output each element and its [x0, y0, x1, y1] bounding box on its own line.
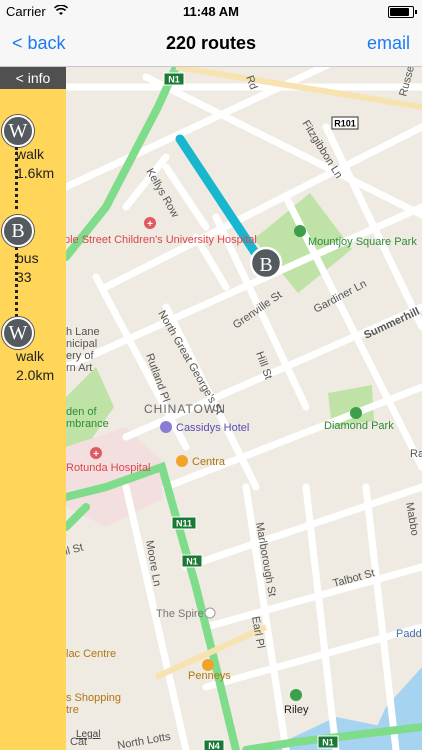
- battery-icon: [388, 6, 417, 18]
- map-canvas[interactable]: B N1 R101 N11 N1 N4 N1 Kellys Row Fitzgi…: [66, 67, 422, 750]
- poi-label: Mountjoy Square Park: [308, 236, 417, 248]
- step-detail-label: 2.0km: [16, 367, 55, 383]
- district-label: CHINATOWN: [144, 402, 226, 416]
- svg-text:nicipal: nicipal: [66, 338, 97, 350]
- step-mode-label: walk: [16, 348, 45, 364]
- status-bar: Carrier 11:48 AM: [0, 0, 422, 22]
- poi-label: The Spire: [156, 608, 204, 620]
- battery-fill: [390, 8, 409, 16]
- poi-label: Rotunda Hospital: [66, 462, 150, 474]
- road-shield: N11: [171, 516, 197, 530]
- poi-label: Centra: [192, 456, 226, 468]
- svg-text:N1: N1: [186, 557, 198, 567]
- svg-text:ery of: ery of: [66, 350, 94, 362]
- step-connector: [15, 247, 20, 317]
- bus-stop-marker[interactable]: B: [249, 246, 283, 280]
- svg-text:+: +: [93, 449, 99, 460]
- step-detail-label: 1.6km: [16, 165, 55, 181]
- road-shield: N1: [181, 554, 203, 568]
- clock: 11:48 AM: [183, 4, 239, 19]
- svg-text:N1: N1: [322, 738, 334, 748]
- poi-label: Temple Street Children's University Hosp…: [66, 234, 257, 246]
- svg-text:tre: tre: [66, 704, 79, 716]
- svg-text:R101: R101: [334, 119, 356, 129]
- svg-text:+: +: [147, 219, 153, 230]
- svg-text:h Lane: h Lane: [66, 326, 100, 338]
- road-shield: N1: [317, 735, 339, 749]
- poi-label: Riley: [284, 704, 309, 716]
- shop-poi[interactable]: Centra: [176, 455, 226, 468]
- poi-label: Cassidys Hotel: [176, 422, 249, 434]
- svg-text:N11: N11: [176, 519, 192, 529]
- bus-step-icon[interactable]: B: [2, 215, 34, 247]
- walk-step-icon[interactable]: W: [2, 317, 34, 349]
- svg-text:s Shopping: s Shopping: [66, 692, 121, 704]
- street-label: Paddi: [396, 628, 422, 640]
- street-label: Ra: [410, 448, 422, 460]
- svg-text:den of: den of: [66, 406, 98, 418]
- info-button[interactable]: < info: [0, 67, 66, 89]
- step-mode-label: walk: [16, 146, 45, 162]
- email-button[interactable]: email: [367, 33, 410, 54]
- svg-text:N1: N1: [168, 75, 180, 85]
- poi-label: Penneys: [188, 670, 231, 682]
- svg-text:lac Centre: lac Centre: [66, 648, 116, 660]
- poi-label: Diamond Park: [324, 420, 394, 432]
- step-connector: [15, 147, 20, 209]
- road-shield: R101: [331, 116, 359, 130]
- page-title: 220 routes: [165, 33, 257, 53]
- route-steps-sidebar: < info W walk 1.6km B bus 33 W walk 2.0k…: [0, 67, 66, 750]
- svg-text:rn Art: rn Art: [66, 362, 92, 374]
- road-shield: N1: [163, 72, 185, 86]
- walk-step-icon[interactable]: W: [2, 115, 34, 147]
- svg-text:mbrance: mbrance: [66, 418, 109, 430]
- route-map[interactable]: B N1 R101 N11 N1 N4 N1 Kellys Row Fitzgi…: [66, 67, 422, 750]
- road-shield: N4: [203, 739, 225, 750]
- legal-link[interactable]: Legal: [76, 729, 100, 740]
- route-marker-letter: B: [259, 254, 272, 276]
- svg-text:N4: N4: [208, 741, 220, 750]
- navigation-bar: < back 220 routes email: [0, 22, 422, 67]
